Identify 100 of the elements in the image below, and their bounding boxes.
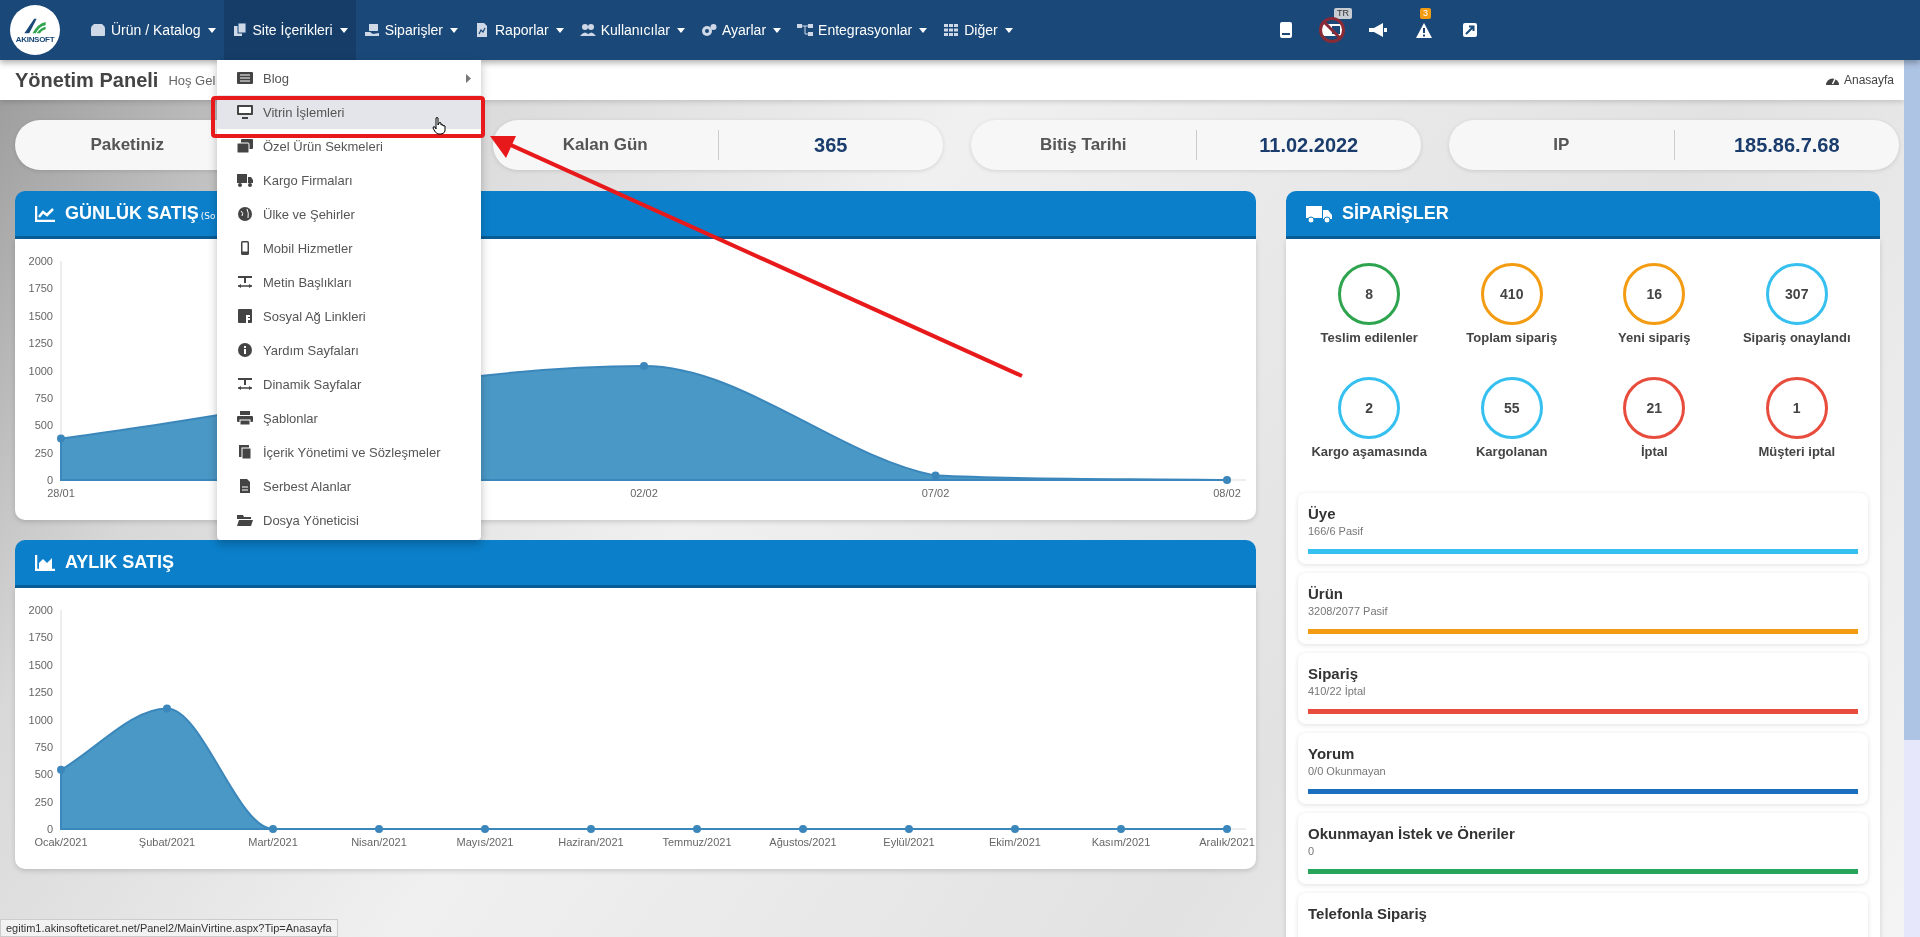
package-icon	[363, 23, 380, 37]
status-url: egitim1.akinsofteticaret.net/Panel2/MainVirtine.aspx?Tip=Anasayfa	[0, 919, 338, 937]
stat-detail: 0	[1308, 845, 1316, 857]
line-chart-icon	[35, 205, 55, 222]
badge: 3	[1420, 8, 1431, 19]
dropdown-menu-item[interactable]: Kargo Firmaları	[217, 163, 481, 197]
gears-icon	[700, 23, 717, 37]
nav-menu-item[interactable]: Kullanıcılar	[571, 0, 693, 60]
nav-menu-item[interactable]: Raporlar	[466, 0, 572, 60]
axis-label: 1000	[28, 713, 53, 726]
info-label: Bitiş Tarihi	[1039, 135, 1127, 155]
data-point	[1223, 476, 1231, 484]
stat-detail: 3208/2077 Pasif	[1308, 605, 1389, 617]
data-point	[799, 825, 807, 833]
breadcrumb-link[interactable]: Anasayfa	[1825, 73, 1894, 87]
axis-label: Nisan/2021	[351, 836, 407, 848]
globe-icon	[237, 207, 253, 221]
panel-title: SİPARİŞLER	[1342, 203, 1449, 224]
axis-label: 1250	[28, 337, 53, 350]
info-icon	[237, 343, 253, 357]
axis-label: 02/02	[630, 487, 658, 499]
counter-label: Toplam sipariş	[1466, 330, 1558, 345]
axis-label: Temmuz/2021	[662, 836, 732, 848]
square-icon	[237, 309, 253, 323]
info-value: 11.02.2022	[1259, 133, 1359, 157]
axis-label: 1500	[28, 309, 53, 322]
nav-menu-item[interactable]: Site İçerikleri	[223, 0, 356, 60]
data-point	[269, 825, 277, 833]
monitor-icon	[237, 105, 253, 119]
printer-icon	[237, 411, 253, 425]
dropdown-menu-item[interactable]: Sosyal Ağ Linkleri	[217, 299, 481, 333]
data-point	[57, 765, 65, 774]
area-chart-icon	[35, 554, 55, 571]
file-icon	[237, 479, 253, 493]
logo[interactable]: AKINSOFT	[10, 5, 60, 55]
caret-icon	[676, 27, 685, 33]
nav-menu-item[interactable]: Diğer	[935, 0, 1021, 60]
info-label: Paketiniz	[90, 135, 165, 155]
hand-cursor-icon	[432, 117, 446, 135]
dropdown-menu-item[interactable]: Yardım Sayfaları	[217, 333, 481, 367]
dropdown-menu-item[interactable]: İçerik Yönetimi ve Sözleşmeler	[217, 435, 481, 469]
axis-label: 750	[34, 391, 53, 404]
counter-ring: 2	[1338, 377, 1401, 439]
axis-label: 250	[34, 795, 53, 808]
axis-label: 1500	[28, 658, 53, 671]
nav-menu-item[interactable]: Siparişler	[355, 0, 466, 60]
data-point	[481, 825, 489, 833]
warning-icon	[1416, 22, 1432, 38]
axis-label: 28/01	[47, 487, 75, 499]
caret-icon	[555, 27, 564, 33]
caret-icon	[919, 27, 928, 33]
counter-ring: 8	[1338, 263, 1401, 325]
counter-ring: 55	[1480, 377, 1543, 439]
axis-label: Ağustos/2021	[769, 836, 837, 848]
counter-label: İptal	[1640, 444, 1668, 459]
panel-title: GÜNLÜK SATIŞ	[65, 203, 199, 224]
axis-label: Mart/2021	[248, 836, 298, 848]
axis-label: 750	[34, 740, 53, 753]
dropdown-menu-item[interactable]: Şablonlar	[217, 401, 481, 435]
caret-icon	[207, 27, 216, 33]
axis-label: 08/02	[1213, 487, 1241, 499]
axis-label: 500	[34, 768, 53, 781]
counter-label: Müşteri iptal	[1758, 444, 1836, 459]
axis-label: 1250	[28, 686, 53, 699]
external-link-icon	[1463, 23, 1477, 37]
axis-label: Aralık/2021	[1199, 836, 1255, 848]
counter-ring: 21	[1623, 377, 1686, 439]
nav-menu-item[interactable]: Ayarlar	[692, 0, 790, 60]
panel-note: (So	[200, 210, 216, 221]
info-value: 365	[814, 133, 848, 157]
dropdown-menu-item[interactable]: Dinamik Sayfalar	[217, 367, 481, 401]
users-icon	[579, 23, 596, 37]
toolbar-button[interactable]	[1460, 20, 1480, 40]
file-chart-icon	[474, 23, 490, 37]
book-icon	[1279, 22, 1293, 38]
text-height-icon	[237, 275, 253, 289]
counter-ring: 16	[1623, 263, 1686, 325]
box-icon	[90, 23, 106, 37]
window-icon	[237, 139, 253, 153]
axis-label: 07/02	[921, 487, 950, 499]
axis-label: 1000	[28, 364, 53, 377]
dropdown-menu-item[interactable]: Metin Başlıkları	[217, 265, 481, 299]
toolbar-button[interactable]	[1368, 20, 1388, 40]
counter-label: Yeni sipariş	[1618, 330, 1691, 345]
data-point	[587, 825, 595, 833]
dropdown-menu-item[interactable]: Ülke ve Şehirler	[217, 197, 481, 231]
axis-label: 0	[46, 474, 53, 486]
data-point	[640, 362, 648, 371]
dropdown-menu-item[interactable]: Blog	[217, 61, 481, 95]
nav-menu-item[interactable]: Entegrasyonlar	[789, 0, 936, 60]
scrollbar[interactable]	[1904, 60, 1920, 937]
dropdown-menu-item[interactable]: Mobil Hizmetler	[217, 231, 481, 265]
axis-label: Kasım/2021	[1091, 836, 1151, 848]
axis-label: 1750	[28, 282, 53, 295]
dropdown-menu-item[interactable]: Serbest Alanlar	[217, 469, 481, 503]
caret-icon	[450, 27, 458, 33]
dropdown-menu-item[interactable]: Dosya Yöneticisi	[217, 503, 481, 537]
page-title: Yönetim Paneli	[15, 68, 159, 92]
nav-menu-item[interactable]: Ürün / Katalog	[82, 0, 224, 60]
documents-icon	[237, 445, 253, 459]
